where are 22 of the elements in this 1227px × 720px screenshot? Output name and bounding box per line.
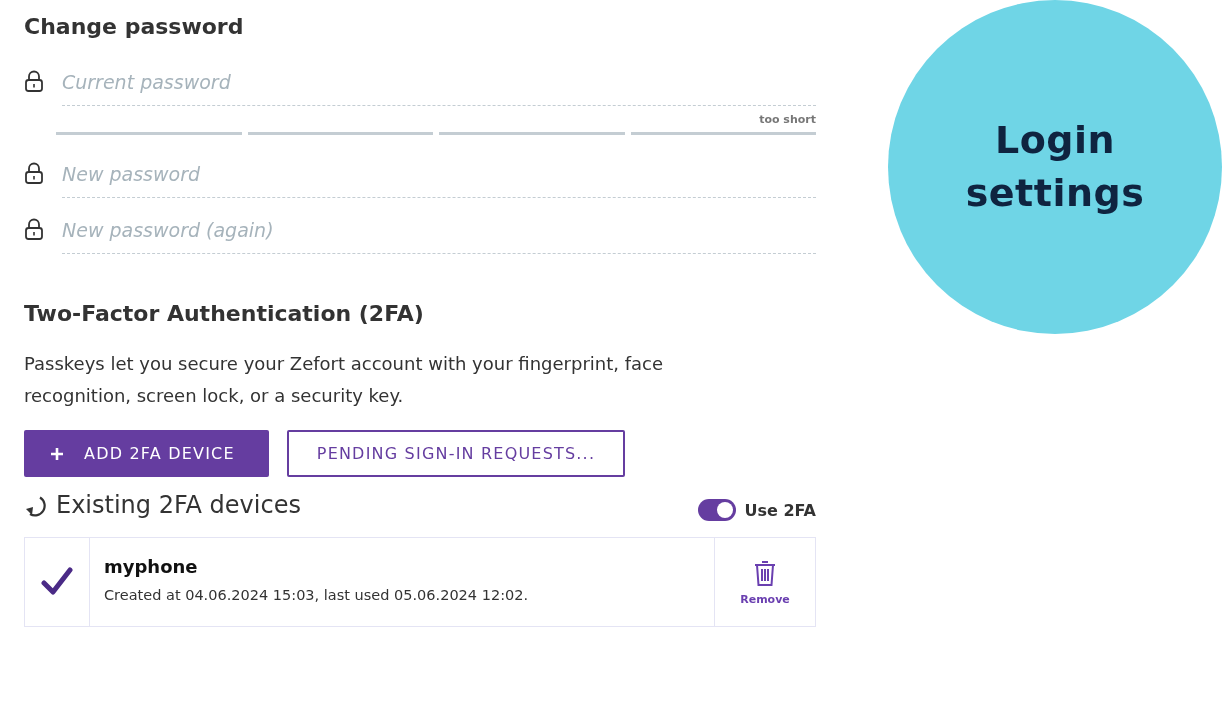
remove-button[interactable]: Remove [736,554,794,610]
device-name: myphone [104,556,199,577]
trash-icon [753,558,777,587]
lock-icon [24,162,44,184]
password-field[interactable]: Current password [62,62,816,106]
section-title: Two-Factor Authentication (2FA) [24,301,425,326]
toggle-label: Use 2FA [744,500,816,520]
lock-icon [24,218,44,240]
description-text: Passkeys let you secure your Zefort account with your fingerprint, face recognition, screen lock, or a security key. [24,352,665,408]
lock-icon [24,70,44,92]
devices-title: Existing 2FA devices [56,491,301,519]
strength-label: too short [758,113,816,126]
section-title: Change password [24,14,245,39]
password-field[interactable]: New password [62,154,816,198]
pending-requests-button[interactable]: PENDING SIGN-IN REQUESTS... [287,430,625,477]
password-field[interactable]: New password (again) [62,210,816,254]
use-2fa-toggle[interactable]: Use 2FA [698,499,816,521]
badge-text: Login settings [964,116,1146,217]
add-device-button[interactable]: ADD 2FA DEVICE [24,430,269,477]
plus-icon [50,446,64,461]
device-details: Created at 04.06.2024 15:03, last used 05.06.2024 12:02. [104,587,530,603]
toggle-switch[interactable] [698,499,737,521]
